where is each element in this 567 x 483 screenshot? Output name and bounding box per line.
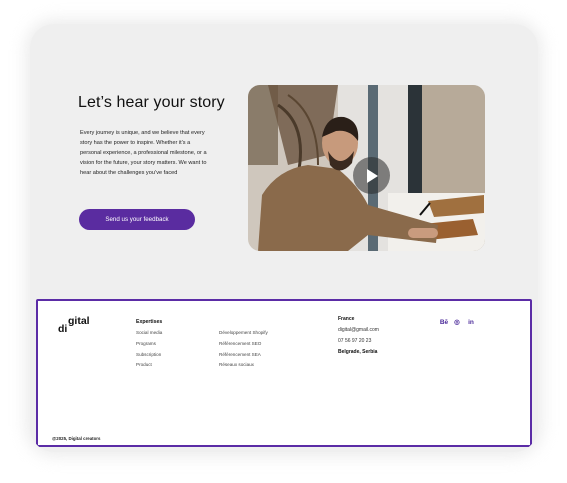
footer-link-social-networks[interactable]: Réseaux sociaux — [219, 362, 254, 367]
send-feedback-button[interactable]: Send us your feedback — [79, 209, 195, 230]
play-button[interactable] — [353, 157, 390, 194]
page-card: Let’s hear your story Every journey is u… — [30, 24, 538, 452]
footer-link-subscription[interactable]: Subscription — [136, 352, 161, 357]
footer: di gital Expertises Social media Program… — [36, 299, 532, 447]
hero-title: Let’s hear your story — [78, 94, 225, 111]
footer-link-sea[interactable]: Référencement SEA — [219, 352, 261, 357]
contact-city: Belgrade, Serbia — [338, 349, 378, 355]
footer-link-shopify[interactable]: Développement Shopify — [219, 330, 268, 335]
footer-link-programs[interactable]: Programs — [136, 341, 156, 346]
contact-country: France — [338, 316, 355, 322]
logo-part-1: di — [58, 323, 68, 335]
video-player[interactable] — [248, 85, 485, 251]
play-icon — [366, 168, 378, 183]
footer-link-social-media[interactable]: Social media — [136, 330, 162, 335]
footer-link-seo[interactable]: Référencement SEO — [219, 341, 261, 346]
behance-icon[interactable]: Bē — [439, 317, 449, 327]
hero-text: Every journey is unique, and we believe … — [80, 130, 207, 177]
logo-part-2: gital — [68, 315, 90, 327]
copyright: @2025, Digital creators — [52, 436, 101, 441]
logo[interactable]: di gital — [58, 315, 104, 337]
linkedin-icon[interactable]: in — [466, 317, 476, 327]
dribbble-icon[interactable]: ◎ — [452, 317, 462, 327]
expertises-title: Expertises — [136, 319, 163, 325]
footer-link-product[interactable]: Product — [136, 362, 152, 367]
contact-phone[interactable]: 07 56 97 20 23 — [338, 338, 371, 344]
contact-email[interactable]: digital@gmail.com — [338, 327, 379, 333]
